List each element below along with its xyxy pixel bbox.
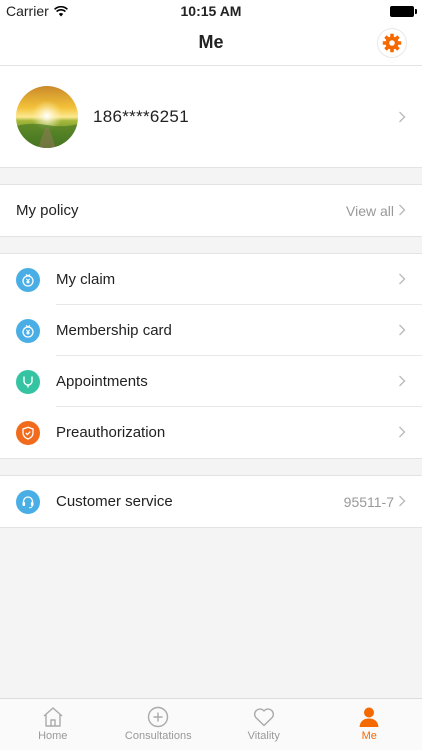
tab-home-label: Home	[38, 730, 68, 742]
tab-vitality-label: Vitality	[247, 730, 280, 742]
view-all-link[interactable]: View all	[346, 203, 394, 219]
profile-row[interactable]: 186****6251	[0, 66, 422, 168]
my-policy-row[interactable]: My policy View all	[0, 185, 422, 236]
shield-icon	[16, 420, 40, 445]
my-claim-label: My claim	[56, 271, 116, 288]
status-time: 10:15 AM	[180, 3, 242, 19]
headset-icon	[16, 489, 40, 514]
appointments-label: Appointments	[56, 373, 148, 390]
tab-vitality[interactable]: Vitality	[211, 699, 317, 750]
home-icon	[43, 707, 63, 727]
page-title: Me	[198, 32, 224, 52]
yuan-icon	[16, 318, 40, 343]
preauthorization-label: Preauthorization	[56, 424, 166, 441]
stethoscope-icon	[16, 369, 40, 394]
status-bar: Carrier 10:15 AM	[0, 0, 422, 22]
tab-me-label: Me	[361, 730, 377, 742]
profile-phone: 186****6251	[93, 107, 189, 126]
service-phone[interactable]: 95511-7	[344, 494, 394, 510]
tab-home[interactable]: Home	[0, 699, 106, 750]
chevron-right-icon	[399, 111, 406, 123]
customer-service-label: Customer service	[56, 493, 173, 510]
my-claim-row[interactable]: My claim	[0, 254, 422, 305]
settings-button[interactable]	[377, 28, 407, 58]
battery-icon	[390, 6, 417, 17]
nav-bar: Me	[0, 22, 422, 66]
my-policy-label: My policy	[16, 202, 79, 219]
chevron-right-icon	[399, 204, 406, 216]
yuan-icon	[16, 267, 40, 292]
service-group: Customer service 95511-7	[0, 475, 422, 528]
chevron-right-icon	[399, 426, 406, 438]
membership-card-label: Membership card	[56, 322, 172, 339]
chevron-right-icon	[399, 324, 406, 336]
menu-group: My claim Membership card Appointments Pr…	[0, 253, 422, 459]
tab-consultations[interactable]: Consultations	[106, 699, 212, 750]
tab-me[interactable]: Me	[317, 699, 422, 750]
gear-icon	[382, 33, 402, 53]
appointments-row[interactable]: Appointments	[0, 356, 422, 407]
policy-group: My policy View all	[0, 184, 422, 237]
chevron-right-icon	[399, 495, 406, 507]
customer-service-row[interactable]: Customer service 95511-7	[0, 476, 422, 527]
tab-consultations-label: Consultations	[124, 730, 192, 742]
preauthorization-row[interactable]: Preauthorization	[0, 407, 422, 458]
plus-circle-icon	[148, 706, 169, 728]
chevron-right-icon	[399, 273, 406, 285]
chevron-right-icon	[399, 375, 406, 387]
person-icon	[359, 707, 379, 727]
membership-card-row[interactable]: Membership card	[0, 305, 422, 356]
tab-bar: Home Consultations Vitality Me	[0, 698, 422, 750]
heart-icon	[253, 708, 274, 727]
avatar	[16, 86, 78, 148]
